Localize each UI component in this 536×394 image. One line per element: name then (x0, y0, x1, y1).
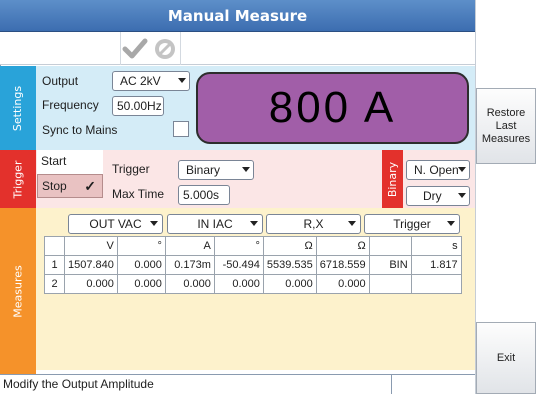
status-separator (391, 374, 392, 394)
output-value: AC 2kV (120, 74, 161, 88)
table-cell: -50.494 (213, 255, 264, 275)
trigger-section-label: Trigger (0, 150, 36, 208)
column-selector-rx[interactable]: R,X (266, 214, 361, 234)
chevron-down-icon (458, 167, 466, 172)
window-title: Manual Measure (0, 0, 475, 32)
cancel-icon[interactable] (152, 36, 178, 62)
exit-button[interactable]: Exit (476, 322, 536, 394)
column-selector-label: R,X (303, 217, 324, 231)
maxtime-field[interactable]: 5.000s (178, 185, 230, 205)
sync-checkbox[interactable] (173, 121, 189, 137)
table-row[interactable]: 2 0.000 0.000 0.000 0.000 0.000 0.000 (44, 274, 462, 294)
unit-cell (368, 236, 412, 256)
start-button[interactable]: Start (37, 150, 103, 174)
column-selector-input[interactable]: IN IAC (167, 214, 263, 234)
column-selector-trigger[interactable]: Trigger (364, 214, 460, 234)
restore-last-measures-button[interactable]: Restore Last Measures (476, 88, 536, 164)
settings-label: Settings (11, 85, 25, 131)
trigger-value: Binary (186, 163, 221, 177)
measures-section-label: Measures (0, 208, 36, 374)
chevron-down-icon (250, 221, 258, 226)
binary-mode-value: N. Open (414, 163, 459, 177)
toolbar-separator (120, 32, 121, 65)
output-select[interactable]: AC 2kV (112, 71, 190, 91)
table-cell: 1.817 (410, 255, 462, 275)
unit-cell: s (410, 236, 462, 256)
column-selector-label: IN IAC (197, 217, 233, 231)
trigger-field-label: Trigger (112, 162, 150, 176)
stop-button[interactable]: Stop ✓ (37, 174, 103, 198)
unit-cell: ° (213, 236, 264, 256)
table-cell: 0.000 (262, 274, 317, 294)
table-cell: 0.000 (116, 274, 166, 294)
start-label: Start (41, 154, 67, 168)
binary-mode-select[interactable]: N. Open (406, 160, 470, 180)
row-number: 1 (44, 255, 65, 275)
settings-section-label: Settings (0, 66, 36, 150)
unit-cell: Ω (262, 236, 317, 256)
binary-type-select[interactable]: Dry (406, 186, 470, 206)
frequency-label: Frequency (42, 98, 99, 112)
table-cell: BIN (368, 255, 412, 275)
table-cell: 0.173m (164, 255, 215, 275)
table-cell: 0.000 (164, 274, 215, 294)
chevron-down-icon (458, 193, 466, 198)
table-cell (410, 274, 462, 294)
status-bar: Modify the Output Amplitude (0, 374, 475, 394)
unit-cell: ° (116, 236, 166, 256)
chevron-down-icon (178, 78, 186, 83)
unit-cell: V (64, 236, 118, 256)
table-cell (368, 274, 412, 294)
column-selector-label: Trigger (393, 217, 431, 231)
toolbar-separator (180, 32, 181, 65)
sync-label: Sync to Mains (42, 123, 118, 137)
row-number: 2 (44, 274, 65, 294)
output-display: 800 A (196, 72, 469, 144)
table-cell: 0.000 (64, 274, 118, 294)
output-label: Output (42, 74, 79, 88)
table-cell: 0.000 (315, 274, 370, 294)
trigger-select[interactable]: Binary (178, 160, 254, 180)
toolbar (0, 32, 475, 65)
table-cell: 1507.840 (64, 255, 118, 275)
column-selector-label: OUT VAC (89, 217, 142, 231)
binary-section-label: Binary (382, 150, 403, 208)
check-icon: ✓ (84, 178, 96, 194)
table-cell: 0.000 (213, 274, 264, 294)
frequency-field[interactable]: 50.00Hz (112, 96, 164, 116)
maxtime-label: Max Time (112, 187, 165, 201)
chevron-down-icon (348, 221, 356, 226)
column-selector-output[interactable]: OUT VAC (68, 214, 163, 234)
measures-table: V ° A ° Ω Ω s 1 1507.840 0.000 0.173m -5… (44, 236, 462, 294)
table-header-row: V ° A ° Ω Ω s (44, 236, 462, 256)
unit-cell: A (164, 236, 215, 256)
chevron-down-icon (150, 221, 158, 226)
binary-label: Binary (386, 161, 400, 197)
table-cell: 0.000 (116, 255, 166, 275)
unit-cell (44, 236, 65, 256)
checkmark-icon[interactable] (122, 36, 148, 62)
stop-label: Stop (42, 179, 67, 193)
chevron-down-icon (242, 167, 250, 172)
measures-label: Measures (11, 264, 25, 318)
table-cell: 5539.535 (262, 255, 317, 275)
unit-cell: Ω (315, 236, 370, 256)
chevron-down-icon (447, 221, 455, 226)
trigger-label: Trigger (11, 160, 25, 198)
table-row[interactable]: 1 1507.840 0.000 0.173m -50.494 5539.535… (44, 255, 462, 275)
table-cell: 6718.559 (315, 255, 370, 275)
binary-type-value: Dry (423, 189, 442, 203)
